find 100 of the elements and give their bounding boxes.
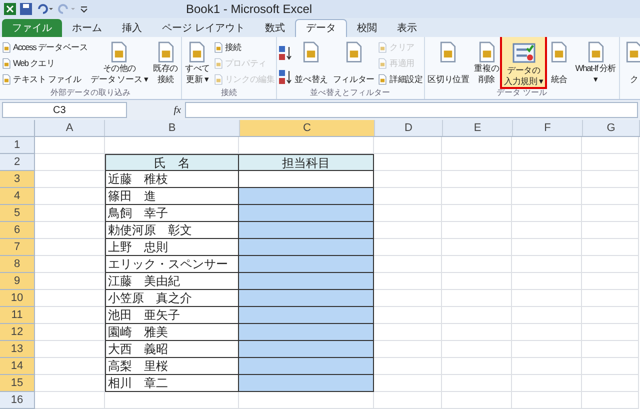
grid-cell[interactable] — [35, 188, 105, 205]
ribbon-tab[interactable]: 挿入 — [112, 19, 152, 37]
row-header[interactable]: 10 — [0, 290, 35, 307]
grid-cell[interactable] — [374, 341, 442, 358]
selected-cell[interactable] — [239, 358, 374, 375]
function-icon[interactable]: fx — [131, 102, 181, 118]
grid-cell[interactable] — [442, 358, 512, 375]
grid-cell[interactable] — [582, 273, 639, 290]
grid-cell[interactable] — [512, 239, 582, 256]
grid-cell[interactable] — [442, 375, 512, 392]
save-icon[interactable] — [20, 3, 32, 15]
grid-cell[interactable] — [512, 222, 582, 239]
grid-cell[interactable] — [512, 188, 582, 205]
grid-cell[interactable] — [374, 205, 442, 222]
row-header[interactable]: 2 — [0, 154, 35, 171]
grid-cell[interactable] — [239, 392, 374, 409]
selected-cell[interactable] — [239, 239, 374, 256]
grid-cell[interactable] — [442, 137, 512, 154]
grid-cell[interactable] — [442, 341, 512, 358]
ribbon-button[interactable]: 区切り位置 — [426, 37, 472, 87]
ribbon-button[interactable]: その他の データ ソース ▾ — [88, 37, 150, 87]
grid-cell[interactable] — [442, 154, 512, 171]
selected-cell[interactable] — [239, 341, 374, 358]
grid-cell[interactable] — [582, 341, 639, 358]
grid-cell[interactable] — [442, 239, 512, 256]
grid-cell[interactable] — [512, 205, 582, 222]
grid-cell[interactable] — [442, 205, 512, 222]
grid-cell[interactable] — [374, 290, 442, 307]
selected-cell[interactable] — [239, 222, 374, 239]
grid-cell[interactable] — [35, 375, 105, 392]
ribbon-tab[interactable]: ページ レイアウト — [152, 19, 255, 37]
grid-cell[interactable] — [35, 256, 105, 273]
grid-cell[interactable] — [374, 239, 442, 256]
row-header[interactable]: 9 — [0, 273, 35, 290]
grid-cell[interactable] — [582, 188, 639, 205]
grid-cell[interactable] — [512, 137, 582, 154]
grid-cell[interactable] — [582, 358, 639, 375]
grid-cell[interactable] — [35, 137, 105, 154]
ribbon-small-button[interactable]: 接続 — [212, 41, 275, 54]
grid-cell[interactable] — [582, 307, 639, 324]
ribbon-button[interactable]: すべて 更新 ▾ — [183, 37, 212, 87]
grid-cell[interactable] — [35, 324, 105, 341]
column-header[interactable]: A — [35, 120, 105, 136]
formula-field[interactable] — [185, 102, 638, 118]
grid-cell[interactable] — [442, 188, 512, 205]
grid-cell[interactable] — [35, 290, 105, 307]
grid-cell[interactable] — [374, 307, 442, 324]
grid-cell[interactable] — [374, 324, 442, 341]
column-header[interactable]: C — [240, 120, 375, 136]
ribbon-button[interactable]: フィルター — [330, 37, 376, 87]
grid-cell[interactable] — [374, 375, 442, 392]
row-header[interactable]: 13 — [0, 341, 35, 358]
ribbon-button[interactable]: 統合 — [546, 37, 572, 87]
row-header[interactable]: 4 — [0, 188, 35, 205]
row-header[interactable]: 8 — [0, 256, 35, 273]
grid-cell[interactable] — [374, 188, 442, 205]
row-header[interactable]: 3 — [0, 171, 35, 188]
grid-cell[interactable] — [442, 290, 512, 307]
selected-cell[interactable] — [239, 375, 374, 392]
row-header[interactable]: 11 — [0, 307, 35, 324]
ribbon-tab[interactable]: 表示 — [386, 19, 427, 37]
grid-cell[interactable] — [35, 273, 105, 290]
grid-cell[interactable] — [512, 324, 582, 341]
ribbon-button[interactable]: What-If 分析 ▾ — [573, 37, 618, 87]
ribbon-small-button[interactable]: Access データベース — [1, 41, 88, 54]
grid-cell[interactable] — [35, 358, 105, 375]
ribbon-small-button[interactable]: Web クエリ — [1, 57, 88, 70]
grid-cell[interactable] — [582, 392, 639, 409]
ribbon-button[interactable]: 既存の 接続 — [151, 37, 180, 87]
selected-cell[interactable] — [239, 273, 374, 290]
row-header[interactable]: 6 — [0, 222, 35, 239]
grid-cell[interactable] — [512, 358, 582, 375]
grid-cell[interactable] — [582, 375, 639, 392]
grid-cell[interactable] — [442, 222, 512, 239]
row-header[interactable]: 14 — [0, 358, 35, 375]
ribbon-small-button[interactable]: テキスト ファイル — [1, 73, 88, 86]
row-header[interactable]: 16 — [0, 392, 35, 409]
grid-cell[interactable] — [442, 171, 512, 188]
ribbon-small-button[interactable]: 詳細設定 — [377, 73, 423, 86]
ribbon-tab[interactable]: ファイル — [2, 19, 62, 37]
undo-icon[interactable] — [36, 3, 54, 15]
grid-cell[interactable] — [582, 222, 639, 239]
selected-cell[interactable] — [239, 188, 374, 205]
ribbon-tab[interactable]: データ — [294, 19, 347, 37]
grid-cell[interactable] — [512, 273, 582, 290]
selected-cell[interactable] — [239, 307, 374, 324]
column-header[interactable]: F — [513, 120, 583, 136]
grid-cell[interactable] — [582, 154, 639, 171]
selected-cell[interactable] — [239, 324, 374, 341]
grid-cell[interactable] — [582, 290, 639, 307]
selected-cell[interactable] — [239, 290, 374, 307]
ribbon-tab[interactable]: 数式 — [254, 19, 295, 37]
grid-cell[interactable] — [512, 154, 582, 171]
grid-cell[interactable] — [374, 137, 442, 154]
grid-cell[interactable] — [374, 222, 442, 239]
ribbon-tab[interactable]: ホーム — [62, 19, 112, 37]
sort-icon[interactable] — [278, 69, 292, 85]
grid-cell[interactable] — [35, 222, 105, 239]
grid-cell[interactable] — [582, 205, 639, 222]
grid-cell[interactable] — [442, 392, 512, 409]
